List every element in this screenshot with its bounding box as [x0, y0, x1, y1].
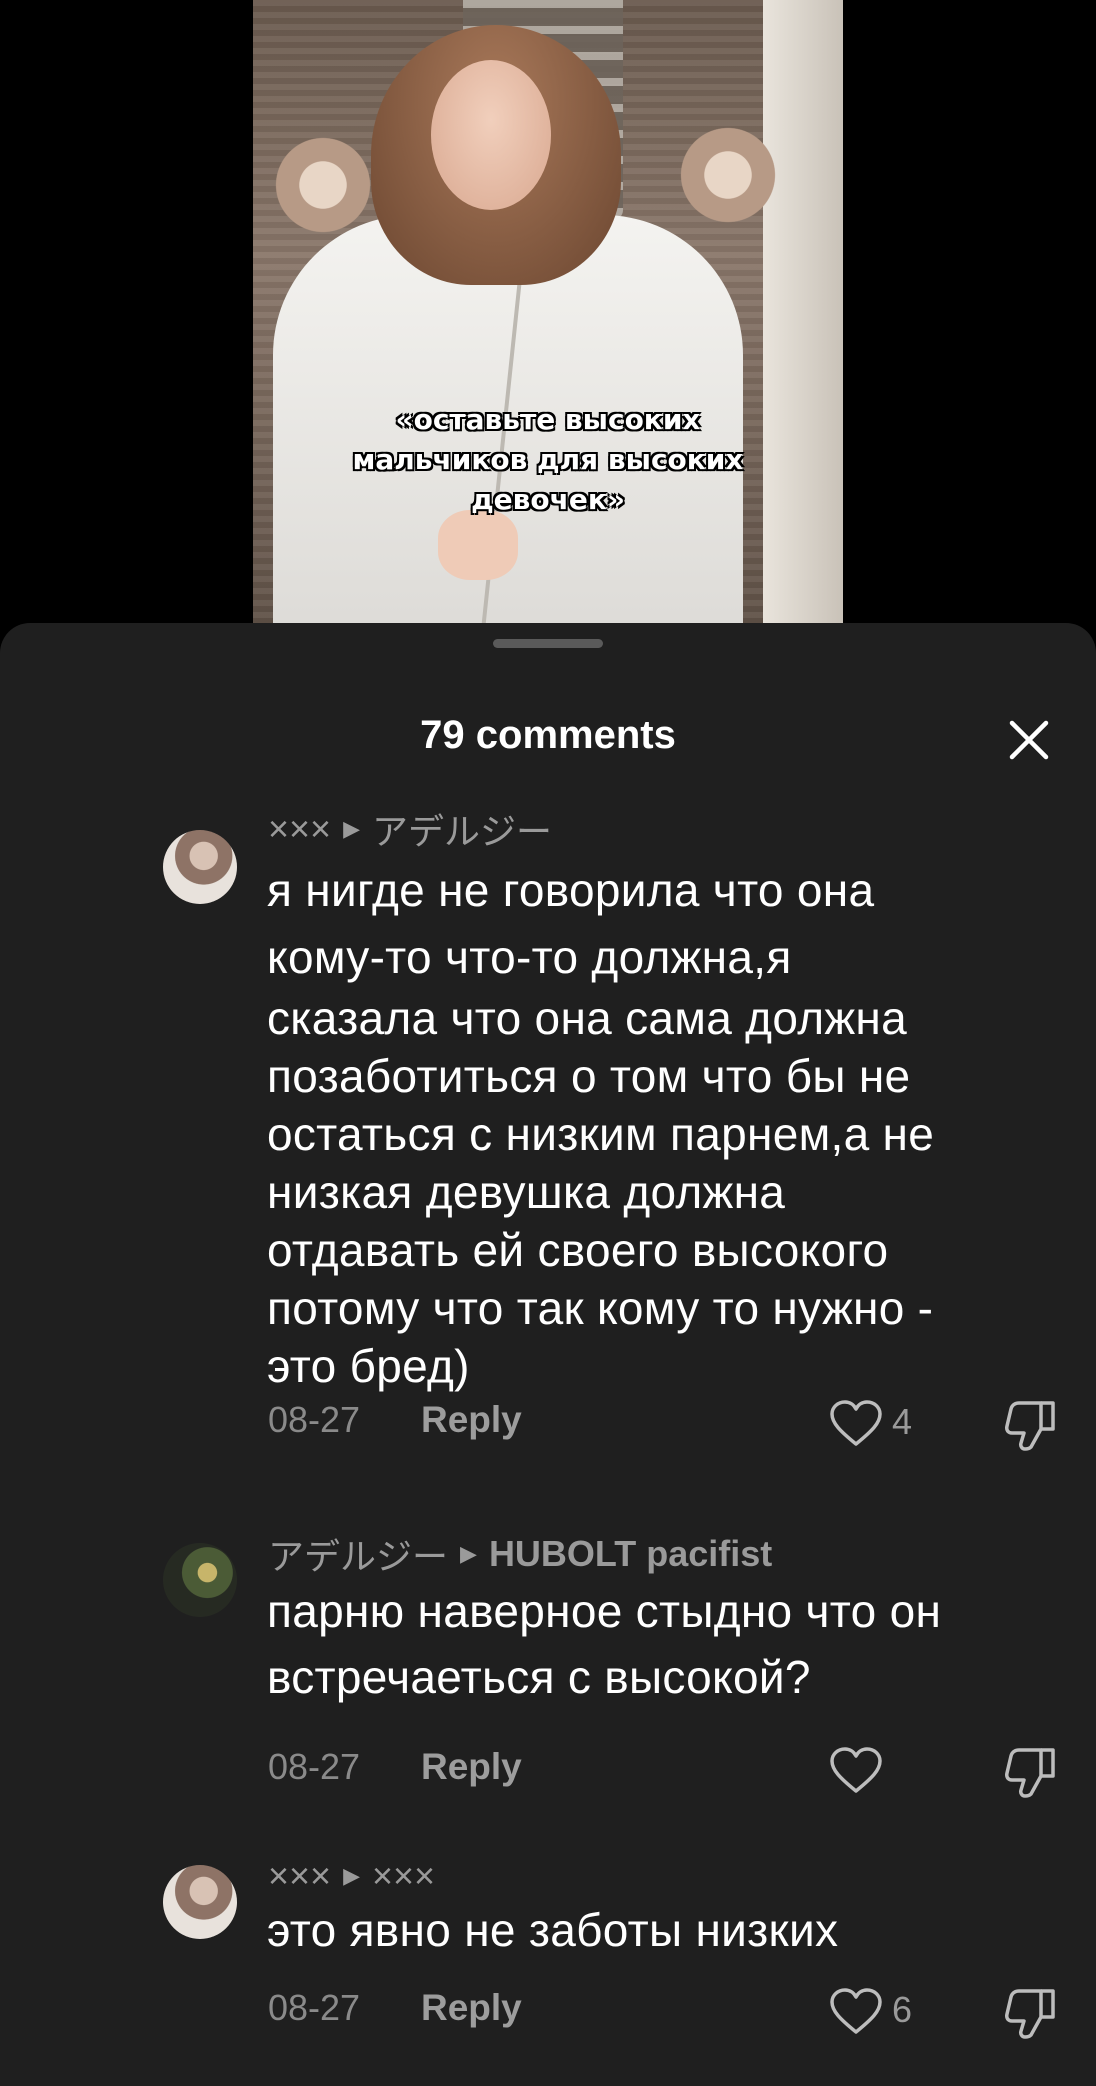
- heart-outline-icon[interactable]: [828, 1746, 884, 1796]
- comment-author[interactable]: ×××: [268, 808, 331, 850]
- comment-actions: 08-27 Reply 4: [268, 1399, 1068, 1451]
- video-caption: «оставьте высоких мальчиков для высоких …: [253, 400, 843, 520]
- wall-flower: [673, 120, 783, 230]
- comment-text-line: позаботиться о том что бы не: [267, 1050, 911, 1102]
- comment-text: парню наверное стыдно что он встречаетьс…: [267, 1578, 1067, 1710]
- like-count: 4: [892, 1401, 913, 1442]
- face: [431, 60, 551, 210]
- caption-line: девочек»: [471, 483, 625, 516]
- comment-meta: ××× ▶ ×××: [268, 1855, 435, 1897]
- avatar[interactable]: [163, 830, 237, 904]
- triangle-right-icon: ▶: [343, 1863, 360, 1888]
- comment-text-line: это бред): [267, 1340, 470, 1392]
- comment-text-line: парню наверное стыдно что он: [267, 1585, 942, 1637]
- comment-meta: ××× ▶ アデルジー: [268, 803, 552, 855]
- comment-text-line: остаться с низким парнем,а не: [267, 1108, 935, 1160]
- heart-outline-icon[interactable]: [828, 1987, 884, 2037]
- comment-text-line: сказала что она сама должна: [267, 992, 907, 1044]
- comment-actions: 08-27 Reply: [268, 1746, 1068, 1798]
- triangle-right-icon: ▶: [460, 1541, 477, 1566]
- comment-meta: アデルジー ▶ HUBOLT pacifist: [268, 1528, 772, 1580]
- triangle-right-icon: ▶: [343, 816, 360, 841]
- comment-author[interactable]: ×××: [268, 1855, 331, 1897]
- avatar[interactable]: [163, 1543, 237, 1617]
- comments-count-title: 79 comments: [420, 713, 676, 757]
- comments-sheet: 79 comments ××× ▶ アデルジー я нигде не говор…: [0, 623, 1096, 2086]
- reply-button[interactable]: Reply: [421, 1399, 522, 1441]
- comment-reply-to[interactable]: ×××: [372, 1855, 435, 1897]
- door: [763, 0, 843, 640]
- comment-text-line: кому-то что-то должна,я: [267, 931, 792, 983]
- comment-text: это явно не заботы низких: [267, 1897, 1067, 1963]
- comment-reply-to[interactable]: アデルジー: [372, 803, 552, 855]
- comment-date: 08-27: [268, 1987, 361, 2028]
- video-preview[interactable]: «оставьте высоких мальчиков для высоких …: [253, 0, 843, 640]
- comment-text-line: отдавать ей своего высокого: [267, 1224, 889, 1276]
- comment-text-line: потому что так кому то нужно -: [267, 1282, 934, 1334]
- caption-line: мальчиков для высоких: [352, 443, 744, 476]
- comment-actions: 08-27 Reply 6: [268, 1987, 1068, 2039]
- comment-text-line: встречаеться с высокой?: [267, 1651, 811, 1703]
- thumbs-down-icon[interactable]: [1003, 1399, 1059, 1453]
- reply-button[interactable]: Reply: [421, 1987, 522, 2029]
- comment-author[interactable]: アデルジー: [268, 1528, 448, 1580]
- comment-date: 08-27: [268, 1399, 361, 1440]
- comment-text-line: низкая девушка должна: [267, 1166, 786, 1218]
- reply-button[interactable]: Reply: [421, 1746, 522, 1788]
- comment-reply-to[interactable]: HUBOLT pacifist: [489, 1533, 772, 1575]
- caption-line: «оставьте высоких: [395, 403, 701, 436]
- comment-text: я нигде не говорила что она кому-то что-…: [267, 855, 1067, 1395]
- thumbs-down-icon[interactable]: [1003, 1746, 1059, 1800]
- comment-text-line: это явно не заботы низких: [267, 1904, 839, 1956]
- like-count: 6: [892, 1989, 913, 2030]
- drag-handle[interactable]: [493, 639, 603, 648]
- heart-outline-icon[interactable]: [828, 1399, 884, 1449]
- avatar[interactable]: [163, 1865, 237, 1939]
- comment-text-line: я нигде не говорила что она: [267, 864, 875, 916]
- close-icon[interactable]: [1004, 715, 1054, 765]
- thumbs-down-icon[interactable]: [1003, 1987, 1059, 2041]
- comment-date: 08-27: [268, 1746, 361, 1787]
- hand: [438, 510, 518, 580]
